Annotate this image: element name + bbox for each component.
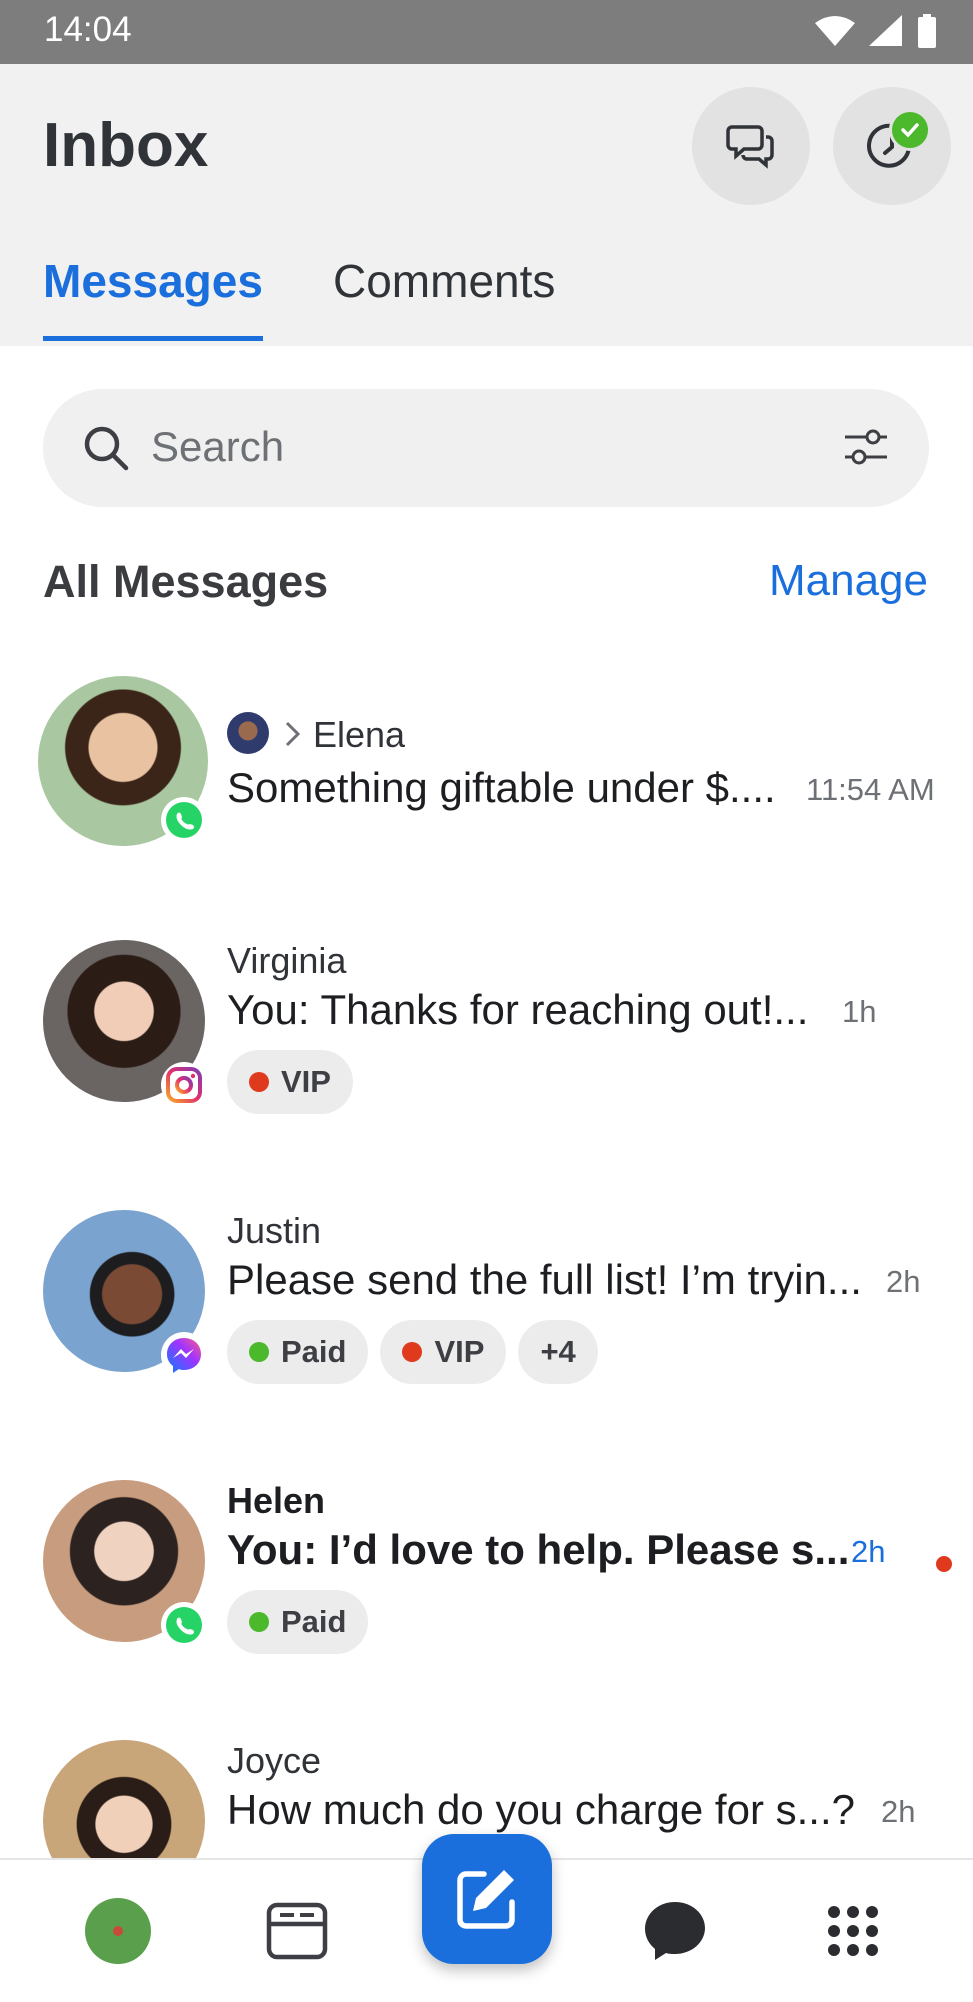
- compose-button[interactable]: [422, 1834, 552, 1964]
- tag-label: VIP: [434, 1334, 485, 1369]
- tab-comments[interactable]: Comments: [333, 254, 555, 336]
- inbox-header: Inbox Messages Comments: [0, 64, 973, 346]
- message-time: 2h: [881, 1794, 916, 1829]
- instagram-icon: [161, 1062, 207, 1108]
- grid-menu-icon: [828, 1906, 878, 1956]
- profile-avatar-icon: [85, 1898, 151, 1964]
- conversation-row[interactable]: Virginia You: Thanks for reaching out!..…: [0, 940, 973, 1120]
- tag-paid: Paid: [227, 1590, 369, 1654]
- signal-icon: [869, 15, 902, 46]
- tag-label: Paid: [281, 1604, 347, 1639]
- tag-color-dot: [249, 1072, 269, 1092]
- messenger-icon: [161, 1332, 207, 1378]
- tab-messages[interactable]: Messages: [43, 254, 263, 341]
- chat-bubble-icon: [645, 1902, 705, 1960]
- contact-name: Helen: [227, 1480, 326, 1521]
- unread-dot: [936, 1556, 952, 1572]
- wifi-icon: [815, 16, 855, 46]
- agent-avatar: [227, 712, 269, 754]
- message-time: 11:54 AM: [806, 772, 935, 807]
- tag-vip: VIP: [380, 1320, 507, 1384]
- nav-menu[interactable]: [818, 1896, 888, 1966]
- search-placeholder: Search: [151, 423, 285, 470]
- page-title: Inbox: [43, 111, 209, 180]
- tag-color-dot: [249, 1612, 269, 1632]
- tag-label: Paid: [281, 1334, 347, 1369]
- tag-color-dot: [249, 1342, 269, 1362]
- whatsapp-icon: [161, 1602, 207, 1648]
- message-preview: How much do you charge for s...?: [227, 1786, 855, 1833]
- tag-label: VIP: [281, 1064, 331, 1099]
- conversation-row[interactable]: Helen You: I’d love to help. Please s...…: [0, 1480, 973, 1660]
- message-time: 2h: [851, 1534, 886, 1569]
- message-preview: Please send the full list! I’m tryin...: [227, 1256, 862, 1303]
- online-check-icon: [889, 109, 931, 151]
- message-time: 2h: [886, 1264, 921, 1299]
- manage-link[interactable]: Manage: [769, 556, 928, 606]
- nav-profile[interactable]: [83, 1896, 153, 1966]
- tag-label: +4: [540, 1334, 576, 1369]
- status-bar: 14:04: [0, 0, 973, 64]
- posts-icon: [266, 1902, 328, 1960]
- chevron-right-icon: [285, 721, 301, 747]
- tag-color-dot: [402, 1342, 423, 1362]
- availability-button[interactable]: [833, 87, 951, 205]
- status-icons: [815, 14, 937, 48]
- tag-vip: VIP: [227, 1050, 353, 1114]
- message-preview: You: I’d love to help. Please s...: [227, 1526, 850, 1573]
- conversations-button[interactable]: [692, 87, 810, 205]
- nav-inbox[interactable]: [640, 1896, 710, 1966]
- tag-list: Paid VIP +4: [227, 1320, 598, 1384]
- battery-icon: [918, 14, 936, 48]
- tag-paid: Paid: [227, 1320, 369, 1384]
- chat-bubbles-icon: [726, 125, 774, 169]
- compose-icon: [457, 1870, 515, 1929]
- filter-sliders-icon[interactable]: [843, 427, 889, 467]
- tag-list: VIP: [227, 1050, 353, 1114]
- message-time: 1h: [842, 994, 877, 1029]
- contact-name: Elena: [313, 714, 406, 755]
- message-preview: You: Thanks for reaching out!...: [227, 986, 809, 1033]
- contact-name: Virginia: [227, 940, 347, 981]
- conversation-row[interactable]: Elena Something giftable under $.... 11:…: [0, 672, 973, 872]
- search-icon: [84, 426, 129, 471]
- section-title: All Messages: [43, 556, 329, 607]
- avatar: [43, 1740, 205, 1858]
- search-input[interactable]: Search: [43, 389, 929, 507]
- nav-posts[interactable]: [262, 1896, 332, 1966]
- whatsapp-icon: [161, 797, 207, 843]
- contact-name: Joyce: [227, 1740, 322, 1781]
- conversation-row[interactable]: Justin Please send the full list! I’m tr…: [0, 1210, 973, 1390]
- contact-name: Justin: [227, 1210, 322, 1251]
- tag-more[interactable]: +4: [518, 1320, 598, 1384]
- status-time: 14:04: [44, 10, 132, 49]
- tag-list: Paid: [227, 1590, 369, 1654]
- message-preview: Something giftable under $....: [227, 764, 776, 811]
